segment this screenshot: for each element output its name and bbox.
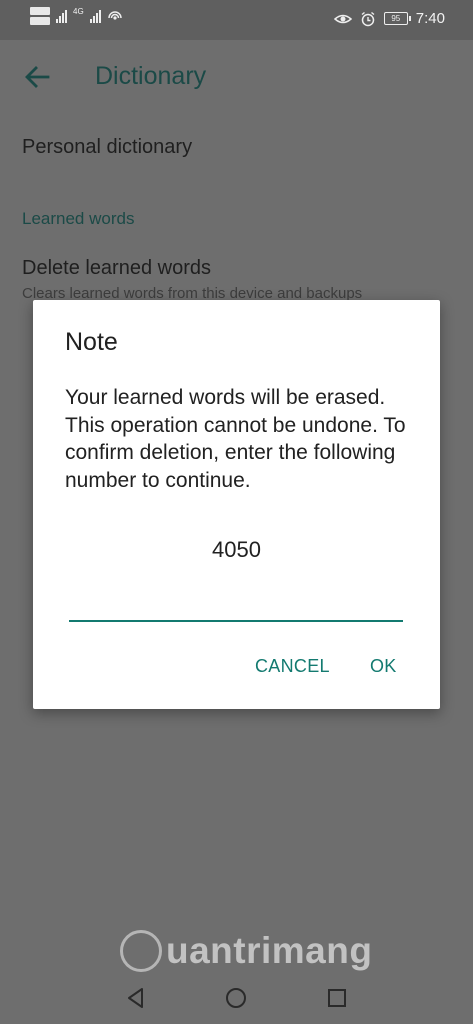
recents-square-icon[interactable] xyxy=(323,984,351,1012)
back-triangle-icon[interactable] xyxy=(122,984,150,1012)
signal-icon xyxy=(56,9,67,23)
confirmation-code: 4050 xyxy=(212,537,261,562)
dialog-message: Your learned words will be erased. This … xyxy=(65,386,406,492)
status-right: 95 7:40 xyxy=(333,10,445,27)
battery-icon: 95 xyxy=(383,12,411,25)
lightbulb-logo-icon xyxy=(120,930,162,972)
eye-icon xyxy=(333,14,352,23)
section-header-learned-words: Learned words xyxy=(22,209,135,228)
clock: 7:40 xyxy=(415,10,445,27)
home-circle-icon[interactable] xyxy=(222,984,250,1012)
delete-learned-words-item[interactable]: Delete learned words xyxy=(22,257,211,280)
page-title: Dictionary xyxy=(95,62,207,90)
app-bar: Dictionary xyxy=(0,40,473,114)
cancel-button[interactable]: CANCEL xyxy=(255,656,330,677)
dialog-title: Note xyxy=(65,328,118,356)
nav-bar xyxy=(0,972,473,1024)
hotspot-icon xyxy=(107,11,122,20)
confirmation-input[interactable] xyxy=(69,590,403,622)
confirm-dialog: Note Your learned words will be erased. … xyxy=(33,300,440,709)
network-type: 4G xyxy=(73,7,84,16)
ok-button[interactable]: OK xyxy=(370,656,397,677)
status-bar: 4G 95 7:40 xyxy=(0,0,473,40)
alarm-icon xyxy=(361,11,375,26)
arrow-back-icon[interactable] xyxy=(22,62,52,92)
status-left: 4G xyxy=(30,7,123,25)
watermark-text: uantrimang xyxy=(166,930,373,971)
signal-icon-2 xyxy=(89,9,101,23)
personal-dictionary-item[interactable]: Personal dictionary xyxy=(22,136,192,159)
watermark: uantrimang xyxy=(120,930,372,972)
sim-icon xyxy=(30,7,50,25)
